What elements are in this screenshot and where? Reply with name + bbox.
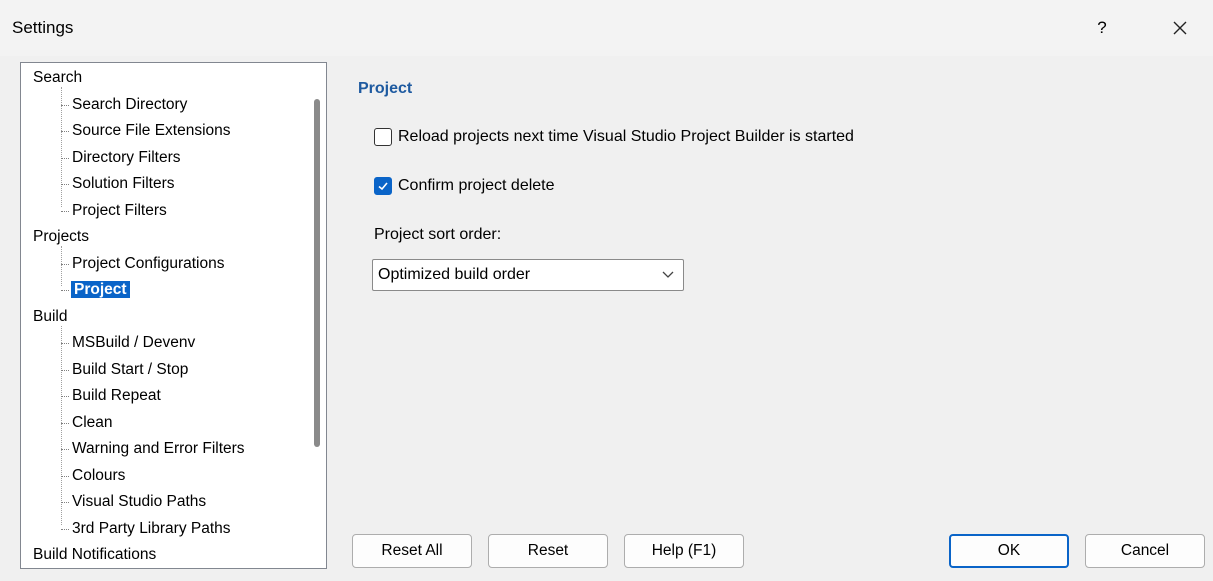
tree-connector — [61, 246, 62, 286]
confirm-delete-label: Confirm project delete — [398, 177, 555, 194]
window-title: Settings — [12, 18, 74, 37]
tree-group[interactable]: Build Notifications — [33, 542, 156, 568]
tree-item[interactable]: Build Start / Stop — [60, 357, 189, 383]
tree-item[interactable]: Warning and Error Filters — [61, 436, 245, 462]
reload-projects-option[interactable]: Reload projects next time Visual Studio … — [374, 128, 854, 146]
tree-item[interactable]: Project Filters — [61, 198, 167, 224]
close-icon — [1173, 21, 1187, 35]
checkmark-icon — [378, 182, 388, 191]
tree-item-label: Search Directory — [72, 95, 188, 113]
tree-item[interactable]: Clean — [61, 410, 113, 436]
reset-all-button[interactable]: Reset All — [352, 534, 472, 568]
tree-item-label: 3rd Party Library Paths — [72, 519, 231, 537]
confirm-delete-checkbox[interactable] — [374, 177, 392, 195]
sort-order-label: Project sort order: — [374, 226, 502, 243]
tree-item[interactable]: Solution Filters — [61, 171, 175, 197]
tree-item-label: Visual Studio Paths — [72, 493, 207, 510]
tree-item-label: Directory Filters — [72, 148, 181, 166]
tree-item-label: Colours — [72, 466, 126, 484]
tree-group-label: Build — [33, 307, 68, 325]
tree-item[interactable]: Directory Filters — [61, 145, 181, 171]
section-title: Project — [358, 80, 413, 97]
title-bar: Settings ? — [0, 0, 1213, 56]
tree-item-label: Build Repeat — [72, 387, 161, 404]
tree-item-label: Source File Extensions — [72, 122, 231, 139]
tree-item[interactable]: Project — [61, 277, 130, 303]
settings-tree[interactable]: Search Search Directory Source File Extens… — [20, 62, 327, 569]
tree-group[interactable]: Search — [33, 65, 82, 91]
tree-connector — [61, 325, 62, 525]
question-icon: ? — [1097, 18, 1107, 37]
tree-item-label: Solution Filters — [72, 175, 175, 192]
tree-item-label: Clean — [72, 413, 113, 431]
tree-item[interactable]: Project Configurations — [61, 251, 225, 277]
confirm-delete-option[interactable]: Confirm project delete — [374, 177, 555, 195]
tree-item[interactable]: Source File Extensions — [61, 118, 231, 144]
reload-projects-label: Reload projects next time Visual Studio … — [398, 128, 854, 145]
reload-projects-checkbox[interactable] — [374, 128, 392, 146]
tree-item-label: Project Filters — [72, 201, 167, 219]
close-button[interactable] — [1158, 10, 1202, 46]
reset-button[interactable]: Reset — [488, 534, 608, 568]
tree-scrollbar[interactable] — [308, 63, 326, 568]
help-button[interactable]: ? — [1088, 10, 1116, 46]
scrollbar-thumb[interactable] — [314, 99, 320, 447]
tree-group-label: Build Notifications — [33, 546, 157, 563]
tree-item[interactable]: Colours — [60, 463, 126, 489]
help-f1-button[interactable]: Help (F1) — [624, 534, 744, 568]
tree-item-label: Warning and Error Filters — [72, 440, 245, 457]
tree-item[interactable]: Search Directory — [60, 92, 188, 118]
tree-group-label: Projects — [33, 228, 89, 245]
tree-item[interactable]: MSBuild / Devenv — [60, 330, 196, 356]
tree-item[interactable]: Build Repeat — [61, 383, 161, 409]
tree-group-label: Search — [33, 69, 83, 86]
chevron-down-icon — [662, 271, 674, 278]
cancel-button[interactable]: Cancel — [1085, 534, 1205, 568]
tree-item[interactable]: 3rd Party Library Paths — [61, 516, 231, 542]
ok-button[interactable]: OK — [949, 534, 1069, 568]
tree-item-label: MSBuild / Devenv — [72, 334, 196, 351]
tree-item-label: Build Start / Stop — [72, 360, 189, 378]
sort-order-value: Optimized build order — [378, 266, 531, 283]
tree-group[interactable]: Build — [33, 304, 67, 330]
sort-order-dropdown[interactable]: Optimized build order — [372, 259, 684, 291]
tree-item[interactable]: Visual Studio Paths — [60, 489, 207, 515]
tree-item-label: Project Configurations — [72, 254, 225, 272]
tree-item-label: Project — [71, 281, 130, 298]
